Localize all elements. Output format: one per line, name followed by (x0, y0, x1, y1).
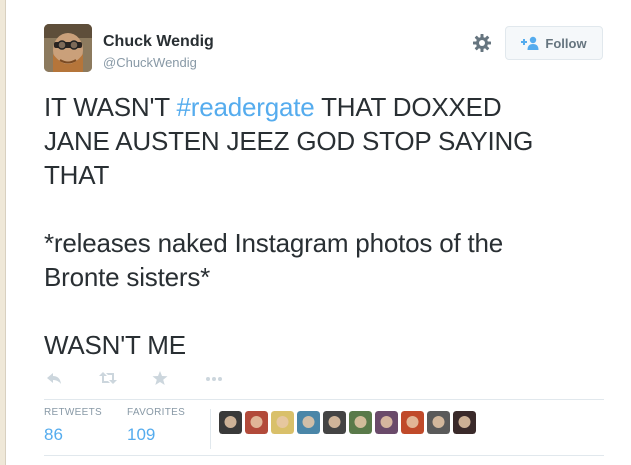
favorites-label: FAVORITES (127, 407, 186, 418)
avatar[interactable] (44, 24, 92, 72)
stats-separator (210, 409, 211, 449)
follow-button-label: Follow (545, 35, 587, 51)
favoriter-avatar[interactable] (427, 411, 450, 434)
plus-user-icon (521, 36, 539, 50)
screen-name[interactable]: @ChuckWendig (103, 55, 197, 70)
reply-icon[interactable] (46, 370, 62, 386)
follow-button[interactable]: Follow (505, 26, 603, 60)
divider-bottom (44, 455, 604, 456)
retweets-stat[interactable]: RETWEETS 86 (44, 407, 102, 445)
tweet-line-3: THAT (44, 160, 110, 190)
favoriter-avatar[interactable] (245, 411, 268, 434)
retweets-label: RETWEETS (44, 407, 102, 418)
favoriter-avatar[interactable] (375, 411, 398, 434)
tweet-line-1: IT WASN'T #readergate THAT DOXXED (44, 90, 614, 124)
favoriter-avatar[interactable] (271, 411, 294, 434)
tweet-line-6: WASN'T ME (44, 330, 186, 360)
tweet-line-1-end: THAT DOXXED (314, 92, 502, 122)
tweet-line-2: JANE AUSTEN JEEZ GOD STOP SAYING (44, 126, 534, 156)
favoriter-avatar[interactable] (323, 411, 346, 434)
page-left-border (0, 0, 6, 465)
tweet-line-4: *releases naked Instagram photos of the (44, 228, 504, 258)
more-icon[interactable] (205, 370, 222, 386)
tweet-line-5: Bronte sisters* (44, 262, 211, 292)
favoriter-avatar[interactable] (297, 411, 320, 434)
tweet-line-1-start: IT WASN'T (44, 92, 177, 122)
gear-icon[interactable] (472, 33, 492, 53)
divider-top (44, 399, 604, 400)
favoriter-avatar[interactable] (401, 411, 424, 434)
hashtag-link[interactable]: #readergate (177, 92, 315, 122)
favoriter-avatar[interactable] (453, 411, 476, 434)
favorites-count: 109 (127, 425, 156, 444)
favorites-stat[interactable]: FAVORITES 109 (127, 407, 185, 445)
favoriter-avatars (219, 411, 476, 434)
favorite-icon[interactable] (152, 370, 168, 386)
user-name[interactable]: Chuck Wendig (103, 33, 214, 51)
favoriter-avatar[interactable] (349, 411, 372, 434)
retweets-count: 86 (44, 425, 63, 444)
tweet-actions (46, 370, 258, 386)
favoriter-avatar[interactable] (219, 411, 242, 434)
tweet-text: IT WASN'T #readergate THAT DOXXED JANE A… (44, 90, 614, 362)
retweet-icon[interactable] (99, 370, 117, 386)
